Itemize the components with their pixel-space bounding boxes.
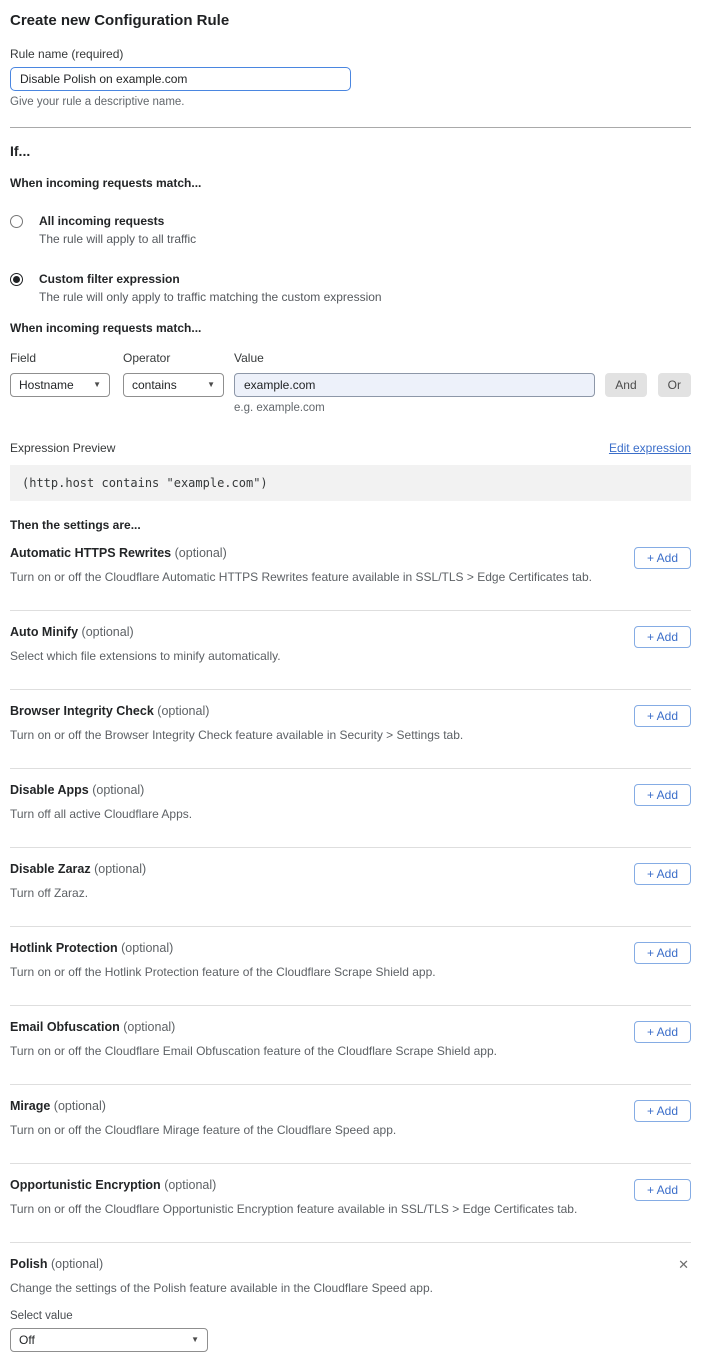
radio-custom-filter-expression[interactable]: Custom filter expression The rule will o… xyxy=(10,272,691,304)
expression-preview-label: Expression Preview xyxy=(10,441,115,455)
setting-description: Turn on or off the Cloudflare Opportunis… xyxy=(10,1202,691,1216)
select-value-label: Select value xyxy=(10,1310,691,1322)
setting-description: Turn on or off the Cloudflare Automatic … xyxy=(10,570,691,584)
rule-name-help: Give your rule a descriptive name. xyxy=(10,96,691,108)
setting-description: Change the settings of the Polish featur… xyxy=(10,1281,691,1295)
setting-name: Hotlink Protection xyxy=(10,941,118,955)
if-heading: If... xyxy=(10,143,691,159)
setting-name: Email Obfuscation xyxy=(10,1020,120,1034)
polish-select-value: Off xyxy=(19,1333,35,1347)
field-select-value: Hostname xyxy=(19,378,74,392)
setting-description: Turn on or off the Hotlink Protection fe… xyxy=(10,965,691,979)
setting-description: Turn on or off the Cloudflare Mirage fea… xyxy=(10,1123,691,1137)
radio-unchecked-icon[interactable] xyxy=(10,215,23,228)
setting-optional-label: (optional) xyxy=(121,941,173,955)
close-icon[interactable]: ✕ xyxy=(678,1258,689,1271)
setting-optional-label: (optional) xyxy=(92,783,144,797)
and-button[interactable]: And xyxy=(605,373,646,397)
operator-select[interactable]: contains ▼ xyxy=(123,373,224,397)
chevron-down-icon: ▼ xyxy=(207,381,215,389)
incoming-requests-match-label: When incoming requests match... xyxy=(10,176,691,190)
value-label: Value xyxy=(234,351,595,365)
setting-row: Hotlink Protection (optional) Turn on or… xyxy=(10,927,691,1006)
operator-label: Operator xyxy=(123,351,224,365)
add-setting-button[interactable]: + Add xyxy=(634,863,691,885)
setting-name: Polish xyxy=(10,1257,48,1271)
value-input[interactable] xyxy=(234,373,595,397)
or-button[interactable]: Or xyxy=(658,373,691,397)
setting-optional-label: (optional) xyxy=(164,1178,216,1192)
setting-row: Disable Apps (optional) Turn off all act… xyxy=(10,769,691,848)
setting-optional-label: (optional) xyxy=(157,704,209,718)
radio-option-description: The rule will only apply to traffic matc… xyxy=(39,290,382,304)
add-setting-button[interactable]: + Add xyxy=(634,1179,691,1201)
setting-optional-label: (optional) xyxy=(82,625,134,639)
section-divider xyxy=(10,127,691,128)
setting-row: Auto Minify (optional) Select which file… xyxy=(10,611,691,690)
setting-row: Email Obfuscation (optional) Turn on or … xyxy=(10,1006,691,1085)
field-select[interactable]: Hostname ▼ xyxy=(10,373,110,397)
operator-select-value: contains xyxy=(132,378,177,392)
setting-optional-label: (optional) xyxy=(94,862,146,876)
expression-builder-row: Field Hostname ▼ Operator contains ▼ Val… xyxy=(10,351,691,414)
add-setting-button[interactable]: + Add xyxy=(634,626,691,648)
settings-list: Automatic HTTPS Rewrites (optional) Turn… xyxy=(10,532,691,1243)
incoming-requests-match-label: When incoming requests match... xyxy=(10,321,691,335)
setting-description: Turn on or off the Cloudflare Email Obfu… xyxy=(10,1044,691,1058)
radio-option-description: The rule will apply to all traffic xyxy=(39,232,196,246)
create-configuration-rule-form: Create new Configuration Rule Rule name … xyxy=(0,0,705,1362)
setting-optional-label: (optional) xyxy=(123,1020,175,1034)
setting-description: Turn off all active Cloudflare Apps. xyxy=(10,807,691,821)
add-setting-button[interactable]: + Add xyxy=(634,705,691,727)
radio-option-label: Custom filter expression xyxy=(39,272,382,286)
rule-name-label: Rule name (required) xyxy=(10,47,691,61)
add-setting-button[interactable]: + Add xyxy=(634,547,691,569)
edit-expression-link[interactable]: Edit expression xyxy=(609,441,691,455)
field-label: Field xyxy=(10,351,110,365)
polish-value-select[interactable]: Off ▼ xyxy=(10,1328,208,1352)
chevron-down-icon: ▼ xyxy=(191,1336,199,1344)
setting-name: Disable Zaraz xyxy=(10,862,91,876)
setting-row: Browser Integrity Check (optional) Turn … xyxy=(10,690,691,769)
radio-all-incoming-requests[interactable]: All incoming requests The rule will appl… xyxy=(10,214,691,246)
setting-name: Auto Minify xyxy=(10,625,78,639)
radio-option-label: All incoming requests xyxy=(39,214,196,228)
setting-description: Select which file extensions to minify a… xyxy=(10,649,691,663)
add-setting-button[interactable]: + Add xyxy=(634,1100,691,1122)
page-title: Create new Configuration Rule xyxy=(10,12,691,29)
setting-row: Disable Zaraz (optional) Turn off Zaraz.… xyxy=(10,848,691,927)
setting-row: Mirage (optional) Turn on or off the Clo… xyxy=(10,1085,691,1164)
value-help: e.g. example.com xyxy=(234,402,595,414)
add-setting-button[interactable]: + Add xyxy=(634,1021,691,1043)
radio-checked-icon[interactable] xyxy=(10,273,23,286)
add-setting-button[interactable]: + Add xyxy=(634,942,691,964)
setting-description: Turn on or off the Browser Integrity Che… xyxy=(10,728,691,742)
setting-description: Turn off Zaraz. xyxy=(10,886,691,900)
expression-preview-code: (http.host contains "example.com") xyxy=(10,465,691,501)
setting-optional-label: (optional) xyxy=(175,546,227,560)
then-settings-label: Then the settings are... xyxy=(10,518,691,532)
setting-row-polish: Polish (optional) ✕ Change the settings … xyxy=(10,1243,691,1352)
setting-optional-label: (optional) xyxy=(54,1099,106,1113)
setting-name: Opportunistic Encryption xyxy=(10,1178,161,1192)
setting-row: Automatic HTTPS Rewrites (optional) Turn… xyxy=(10,532,691,611)
setting-name: Mirage xyxy=(10,1099,50,1113)
add-setting-button[interactable]: + Add xyxy=(634,784,691,806)
setting-name: Automatic HTTPS Rewrites xyxy=(10,546,171,560)
chevron-down-icon: ▼ xyxy=(93,381,101,389)
setting-name: Browser Integrity Check xyxy=(10,704,154,718)
rule-name-input[interactable] xyxy=(10,67,351,91)
setting-row: Opportunistic Encryption (optional) Turn… xyxy=(10,1164,691,1243)
setting-optional-label: (optional) xyxy=(51,1257,103,1271)
setting-name: Disable Apps xyxy=(10,783,89,797)
